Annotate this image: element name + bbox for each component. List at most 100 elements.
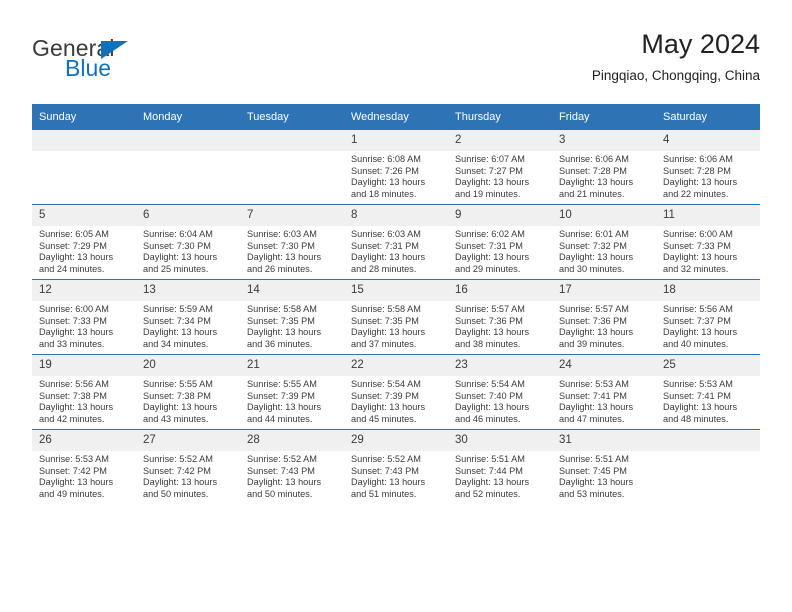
daylight-text-line2: and 26 minutes. [247, 263, 313, 274]
calendar-day-cell[interactable]: 1 Sunrise: 6:08 AM Sunset: 7:26 PM Daylight… [344, 130, 448, 205]
day-sun-info: Sunrise: 5:53 AM Sunset: 7:41 PM Daylight:… [552, 376, 656, 425]
calendar-day-cell[interactable]: 11 Sunrise: 6:00 AM Sunset: 7:33 PM Dayligh… [656, 204, 760, 280]
daylight-text-line1: Daylight: 13 hours [247, 402, 322, 413]
daylight-text-line2: and 47 minutes. [559, 413, 625, 424]
general-blue-logo[interactable]: General Blue [32, 36, 232, 92]
sunrise-text: Sunrise: 6:06 AM [559, 154, 629, 164]
calendar-day-cell[interactable]: 21 Sunrise: 5:55 AM Sunset: 7:39 PM Dayligh… [240, 354, 344, 430]
daylight-text-line2: and 53 minutes. [559, 488, 625, 499]
sunrise-text: Sunrise: 5:52 AM [143, 454, 213, 464]
sunset-text: Sunset: 7:34 PM [143, 315, 211, 326]
calendar-day-cell[interactable]: 9 Sunrise: 6:02 AM Sunset: 7:31 PM Daylight… [448, 204, 552, 280]
calendar-day-cell[interactable]: 17 Sunrise: 5:57 AM Sunset: 7:36 PM Dayligh… [552, 279, 656, 355]
calendar-day-cell-empty [32, 130, 136, 205]
sunrise-text: Sunrise: 5:54 AM [455, 379, 525, 389]
day-number: 9 [448, 205, 552, 226]
daylight-text-line2: and 39 minutes. [559, 338, 625, 349]
calendar-day-cell[interactable]: 20 Sunrise: 5:55 AM Sunset: 7:38 PM Dayligh… [136, 354, 240, 430]
day-number: 8 [344, 205, 448, 226]
daylight-text-line1: Daylight: 13 hours [143, 402, 218, 413]
calendar-day-cell[interactable]: 30 Sunrise: 5:51 AM Sunset: 7:44 PM Dayligh… [448, 429, 552, 504]
sunset-text: Sunset: 7:43 PM [351, 465, 419, 476]
sunrise-text: Sunrise: 6:01 AM [559, 229, 629, 239]
day-sun-info: Sunrise: 5:59 AM Sunset: 7:34 PM Daylight:… [136, 301, 240, 350]
calendar-day-cell[interactable]: 6 Sunrise: 6:04 AM Sunset: 7:30 PM Daylight… [136, 204, 240, 280]
sunset-text: Sunset: 7:28 PM [559, 165, 627, 176]
calendar-day-cell[interactable]: 23 Sunrise: 5:54 AM Sunset: 7:40 PM Dayligh… [448, 354, 552, 430]
calendar-day-cell[interactable]: 26 Sunrise: 5:53 AM Sunset: 7:42 PM Dayligh… [32, 429, 136, 504]
sunset-text: Sunset: 7:32 PM [559, 240, 627, 251]
daylight-text-line1: Daylight: 13 hours [351, 477, 426, 488]
sunrise-text: Sunrise: 6:02 AM [455, 229, 525, 239]
calendar-day-cell[interactable]: 31 Sunrise: 5:51 AM Sunset: 7:45 PM Dayligh… [552, 429, 656, 504]
sunrise-text: Sunrise: 5:55 AM [143, 379, 213, 389]
calendar-day-cell[interactable]: 13 Sunrise: 5:59 AM Sunset: 7:34 PM Dayligh… [136, 279, 240, 355]
daylight-text-line2: and 43 minutes. [143, 413, 209, 424]
day-number: 15 [344, 280, 448, 301]
daylight-text-line2: and 25 minutes. [143, 263, 209, 274]
calendar-day-cell[interactable]: 12 Sunrise: 6:00 AM Sunset: 7:33 PM Dayligh… [32, 279, 136, 355]
sunset-text: Sunset: 7:33 PM [663, 240, 731, 251]
calendar-day-cell[interactable]: 3 Sunrise: 6:06 AM Sunset: 7:28 PM Daylight… [552, 130, 656, 205]
daylight-text-line2: and 18 minutes. [351, 188, 417, 199]
day-number: 4 [656, 130, 760, 151]
calendar-week-row: 1 Sunrise: 6:08 AM Sunset: 7:26 PM Daylight… [32, 130, 760, 205]
day-number [240, 130, 344, 151]
daylight-text-line2: and 22 minutes. [663, 188, 729, 199]
calendar-day-cell[interactable]: 2 Sunrise: 6:07 AM Sunset: 7:27 PM Daylight… [448, 130, 552, 205]
daylight-text-line2: and 42 minutes. [39, 413, 105, 424]
sunrise-text: Sunrise: 5:58 AM [351, 304, 421, 314]
daylight-text-line1: Daylight: 13 hours [559, 252, 634, 263]
daylight-text-line1: Daylight: 13 hours [663, 327, 738, 338]
daylight-text-line2: and 48 minutes. [663, 413, 729, 424]
day-sun-info: Sunrise: 5:58 AM Sunset: 7:35 PM Daylight:… [344, 301, 448, 350]
calendar-day-cell[interactable]: 27 Sunrise: 5:52 AM Sunset: 7:42 PM Dayligh… [136, 429, 240, 504]
calendar-day-cell[interactable]: 16 Sunrise: 5:57 AM Sunset: 7:36 PM Dayligh… [448, 279, 552, 355]
calendar-day-cell[interactable]: 7 Sunrise: 6:03 AM Sunset: 7:30 PM Daylight… [240, 204, 344, 280]
calendar-day-cell[interactable]: 29 Sunrise: 5:52 AM Sunset: 7:43 PM Dayligh… [344, 429, 448, 504]
daylight-text-line2: and 52 minutes. [455, 488, 521, 499]
day-sun-info: Sunrise: 6:02 AM Sunset: 7:31 PM Daylight:… [448, 226, 552, 275]
sunrise-text: Sunrise: 5:53 AM [39, 454, 109, 464]
calendar-day-cell[interactable]: 15 Sunrise: 5:58 AM Sunset: 7:35 PM Dayligh… [344, 279, 448, 355]
daylight-text-line2: and 33 minutes. [39, 338, 105, 349]
calendar-day-cell[interactable]: 10 Sunrise: 6:01 AM Sunset: 7:32 PM Dayligh… [552, 204, 656, 280]
calendar-day-cell[interactable]: 25 Sunrise: 5:53 AM Sunset: 7:41 PM Dayligh… [656, 354, 760, 430]
day-sun-info: Sunrise: 5:54 AM Sunset: 7:40 PM Daylight:… [448, 376, 552, 425]
day-sun-info: Sunrise: 5:53 AM Sunset: 7:41 PM Daylight:… [656, 376, 760, 425]
sunrise-text: Sunrise: 5:51 AM [559, 454, 629, 464]
day-number: 13 [136, 280, 240, 301]
sunrise-text: Sunrise: 6:08 AM [351, 154, 421, 164]
calendar-day-cell[interactable]: 14 Sunrise: 5:58 AM Sunset: 7:35 PM Dayligh… [240, 279, 344, 355]
day-sun-info: Sunrise: 5:57 AM Sunset: 7:36 PM Daylight:… [552, 301, 656, 350]
calendar-header-row: Sunday Monday Tuesday Wednesday Thursday… [32, 104, 760, 130]
calendar-day-cell[interactable]: 24 Sunrise: 5:53 AM Sunset: 7:41 PM Dayligh… [552, 354, 656, 430]
day-sun-info: Sunrise: 5:55 AM Sunset: 7:38 PM Daylight:… [136, 376, 240, 425]
day-sun-info: Sunrise: 5:58 AM Sunset: 7:35 PM Daylight:… [240, 301, 344, 350]
sunset-text: Sunset: 7:31 PM [351, 240, 419, 251]
day-sun-info: Sunrise: 5:52 AM Sunset: 7:43 PM Daylight:… [344, 451, 448, 500]
sunset-text: Sunset: 7:33 PM [39, 315, 107, 326]
daylight-text-line2: and 30 minutes. [559, 263, 625, 274]
calendar-week-row: 12 Sunrise: 6:00 AM Sunset: 7:33 PM Dayligh… [32, 279, 760, 355]
calendar-day-cell[interactable]: 19 Sunrise: 5:56 AM Sunset: 7:38 PM Dayligh… [32, 354, 136, 430]
day-number: 6 [136, 205, 240, 226]
sunset-text: Sunset: 7:45 PM [559, 465, 627, 476]
sunset-text: Sunset: 7:30 PM [143, 240, 211, 251]
calendar-day-cell[interactable]: 18 Sunrise: 5:56 AM Sunset: 7:37 PM Dayligh… [656, 279, 760, 355]
day-number: 11 [656, 205, 760, 226]
calendar-day-cell[interactable]: 28 Sunrise: 5:52 AM Sunset: 7:43 PM Dayligh… [240, 429, 344, 504]
sunset-text: Sunset: 7:28 PM [663, 165, 731, 176]
calendar-day-cell[interactable]: 22 Sunrise: 5:54 AM Sunset: 7:39 PM Dayligh… [344, 354, 448, 430]
sunrise-text: Sunrise: 6:00 AM [663, 229, 733, 239]
sunrise-text: Sunrise: 5:57 AM [559, 304, 629, 314]
calendar-day-cell[interactable]: 5 Sunrise: 6:05 AM Sunset: 7:29 PM Daylight… [32, 204, 136, 280]
daylight-text-line1: Daylight: 13 hours [351, 252, 426, 263]
sunset-text: Sunset: 7:38 PM [143, 390, 211, 401]
day-number: 2 [448, 130, 552, 151]
calendar-day-cell[interactable]: 4 Sunrise: 6:06 AM Sunset: 7:28 PM Daylight… [656, 130, 760, 205]
weekday-header-monday: Monday [136, 104, 240, 130]
calendar-day-cell[interactable]: 8 Sunrise: 6:03 AM Sunset: 7:31 PM Daylight… [344, 204, 448, 280]
day-number: 28 [240, 430, 344, 451]
day-number: 17 [552, 280, 656, 301]
